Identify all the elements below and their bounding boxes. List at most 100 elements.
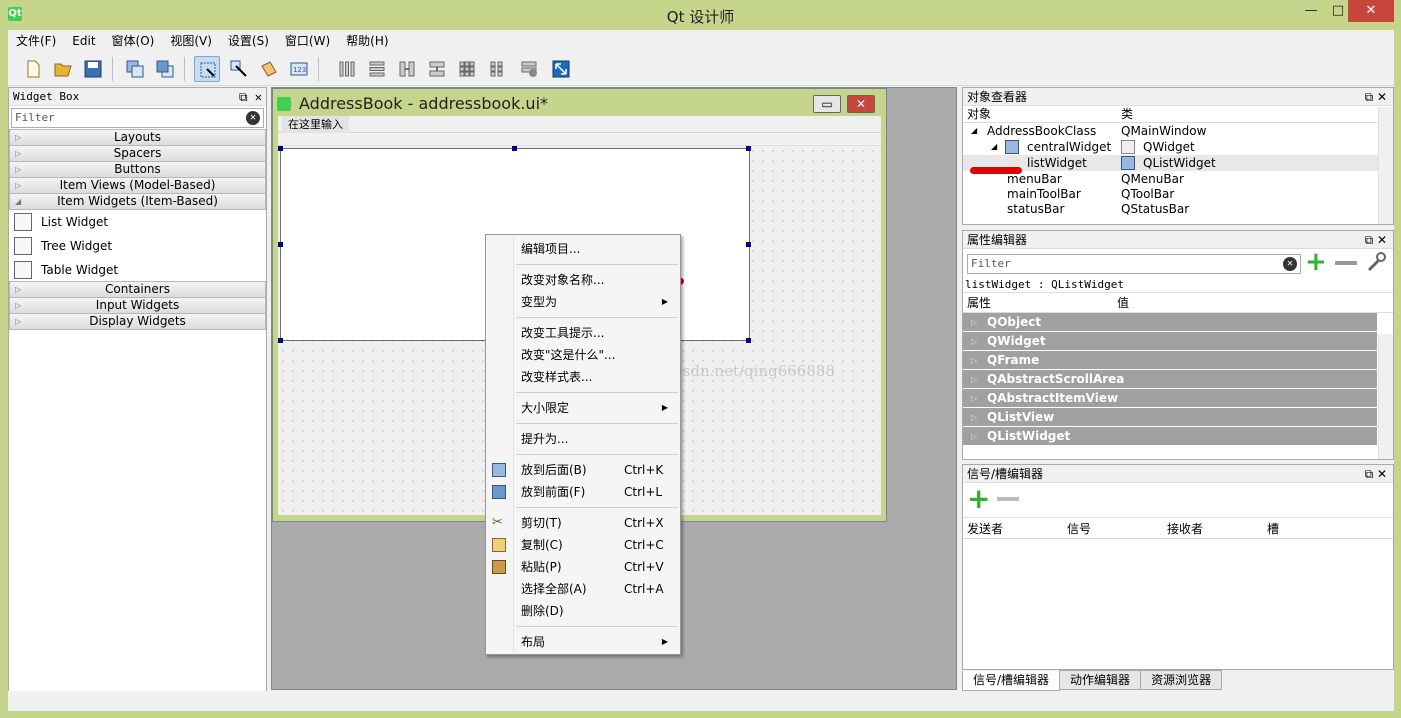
menu-select-all[interactable]: 选择全部(A) Ctrl+A [486, 578, 680, 600]
menu-layout[interactable]: 布局 ▶ [486, 631, 680, 653]
menu-morph-into[interactable]: 变型为 ▶ [486, 291, 680, 313]
resize-handle[interactable] [278, 338, 283, 343]
minimize-button[interactable]: — [1297, 0, 1325, 22]
property-editor-scrollbar[interactable] [1378, 334, 1393, 459]
layout-grid-button[interactable] [454, 56, 480, 82]
menu-edit[interactable]: Edit [64, 30, 103, 52]
category-item-widgets[interactable]: ◢ Item Widgets (Item-Based) [9, 193, 266, 210]
menu-paste[interactable]: 粘贴(P) Ctrl+V [486, 556, 680, 578]
menu-edit-items[interactable]: 编辑项目... [486, 238, 680, 260]
adjust-size-button[interactable] [548, 56, 574, 82]
menu-file[interactable]: 文件(F) [8, 30, 64, 52]
open-file-button[interactable] [50, 56, 76, 82]
menu-change-tooltip[interactable]: 改变工具提示... [486, 322, 680, 344]
edit-tab-order-button[interactable]: 123 [286, 56, 312, 82]
resize-handle[interactable] [278, 242, 283, 247]
property-group[interactable]: ▷ QListWidget [963, 427, 1377, 446]
category-spacers[interactable]: ▷ Spacers [9, 145, 266, 162]
resize-handle[interactable] [278, 146, 283, 151]
save-file-button[interactable] [80, 56, 106, 82]
col-property[interactable]: 属性 [967, 293, 991, 313]
resize-handle[interactable] [746, 242, 751, 247]
clear-filter-icon[interactable]: ✕ [246, 111, 260, 125]
new-file-button[interactable] [20, 56, 46, 82]
menu-promote-to[interactable]: 提升为... [486, 428, 680, 450]
remove-connection-button[interactable] [997, 497, 1019, 501]
col-signal[interactable]: 信号 [1067, 518, 1091, 540]
subwindow-close-button[interactable]: ✕ [847, 95, 875, 113]
col-receiver[interactable]: 接收者 [1167, 518, 1203, 540]
layout-horizontal-button[interactable] [334, 56, 360, 82]
layout-h-splitter-button[interactable] [394, 56, 420, 82]
col-sender[interactable]: 发送者 [967, 518, 1003, 540]
property-group[interactable]: ▷ QAbstractItemView [963, 389, 1377, 408]
send-to-back-button[interactable] [122, 56, 148, 82]
layout-form-button[interactable] [484, 56, 510, 82]
object-row[interactable]: ◢ AddressBookClass QMainWindow [963, 123, 1393, 139]
menu-view[interactable]: 视图(V) [162, 30, 220, 52]
object-row-selected[interactable]: listWidget QListWidget [963, 155, 1393, 171]
menu-delete[interactable]: 删除(D) [486, 600, 680, 622]
object-row[interactable]: mainToolBar QToolBar [963, 187, 1393, 202]
bring-to-front-button[interactable] [152, 56, 178, 82]
col-slot[interactable]: 槽 [1267, 518, 1279, 540]
property-group[interactable]: ▷ QListView [963, 408, 1377, 427]
category-containers[interactable]: ▷ Containers [9, 281, 266, 298]
object-row[interactable]: menuBar QMenuBar [963, 171, 1393, 187]
break-layout-button[interactable] [516, 56, 542, 82]
object-row[interactable]: statusBar QStatusBar [963, 202, 1393, 217]
category-buttons[interactable]: ▷ Buttons [9, 161, 266, 178]
category-item-views[interactable]: ▷ Item Views (Model-Based) [9, 177, 266, 194]
widget-list-widget[interactable]: List Widget [9, 210, 266, 234]
property-filter-input[interactable]: Filter ✕ [967, 254, 1301, 274]
widget-table-widget[interactable]: Table Widget [9, 258, 266, 282]
menu-copy[interactable]: 复制(C) Ctrl+C [486, 534, 680, 556]
col-class[interactable]: 类 [1121, 106, 1133, 123]
dock-float-close-buttons[interactable]: ⧉ ✕ [1365, 88, 1387, 106]
add-property-button[interactable]: + [1305, 249, 1329, 275]
clear-filter-icon[interactable]: ✕ [1283, 257, 1297, 271]
menu-change-object-name[interactable]: 改变对象名称... [486, 269, 680, 291]
property-group[interactable]: ▷ QWidget [963, 332, 1377, 351]
menu-size-constraints[interactable]: 大小限定 ▶ [486, 397, 680, 419]
menu-settings[interactable]: 设置(S) [220, 30, 277, 52]
menu-send-to-back[interactable]: 放到后面(B) Ctrl+K [486, 459, 680, 481]
property-group[interactable]: ▷ QAbstractScrollArea [963, 370, 1377, 389]
widget-tree-widget[interactable]: Tree Widget [9, 234, 266, 258]
col-object[interactable]: 对象 [967, 106, 991, 123]
menu-help[interactable]: 帮助(H) [338, 30, 396, 52]
menu-bring-to-front[interactable]: 放到前面(F) Ctrl+L [486, 481, 680, 503]
property-group[interactable]: ▷ QObject [963, 313, 1377, 332]
edit-signals-slots-button[interactable] [226, 56, 252, 82]
object-inspector-scrollbar[interactable] [1378, 107, 1393, 224]
layout-v-splitter-button[interactable] [424, 56, 450, 82]
tab-signal-slot-editor[interactable]: 信号/槽编辑器 [962, 671, 1061, 691]
type-here-menu[interactable]: 在这里输入 [282, 116, 349, 133]
resize-handle[interactable] [746, 338, 751, 343]
category-display-widgets[interactable]: ▷ Display Widgets [9, 313, 266, 330]
menu-window[interactable]: 窗口(W) [277, 30, 338, 52]
edit-widgets-button[interactable] [194, 56, 220, 82]
menu-cut[interactable]: ✂ 剪切(T) Ctrl+X [486, 512, 680, 534]
tab-action-editor[interactable]: 动作编辑器 [1059, 670, 1142, 690]
configure-button[interactable] [1365, 251, 1387, 273]
resize-handle[interactable] [512, 146, 517, 151]
edit-buddies-button[interactable] [256, 56, 282, 82]
layout-vertical-button[interactable] [364, 56, 390, 82]
dock-float-close-buttons[interactable]: ⧉ ✕ [1365, 465, 1387, 483]
menu-change-whats-this[interactable]: 改变"这是什么"... [486, 344, 680, 366]
widget-box-filter-input[interactable]: Filter ✕ [11, 108, 264, 128]
tab-resource-browser[interactable]: 资源浏览器 [1140, 670, 1223, 690]
col-value[interactable]: 值 [1117, 293, 1129, 313]
category-layouts[interactable]: ▷ Layouts [9, 129, 266, 146]
dock-float-close-buttons[interactable]: ⧉ ✕ [239, 88, 262, 106]
menu-change-stylesheet[interactable]: 改变样式表... [486, 366, 680, 388]
remove-property-button[interactable] [1335, 261, 1357, 265]
object-row[interactable]: ◢ centralWidget QWidget [963, 139, 1393, 155]
menu-form[interactable]: 窗体(O) [104, 30, 163, 52]
close-button[interactable]: ✕ [1348, 0, 1394, 22]
add-connection-button[interactable]: + [967, 485, 993, 513]
subwindow-minimize-button[interactable]: ▭ [813, 95, 841, 113]
dock-float-close-buttons[interactable]: ⧉ ✕ [1365, 231, 1387, 249]
category-input-widgets[interactable]: ▷ Input Widgets [9, 297, 266, 314]
